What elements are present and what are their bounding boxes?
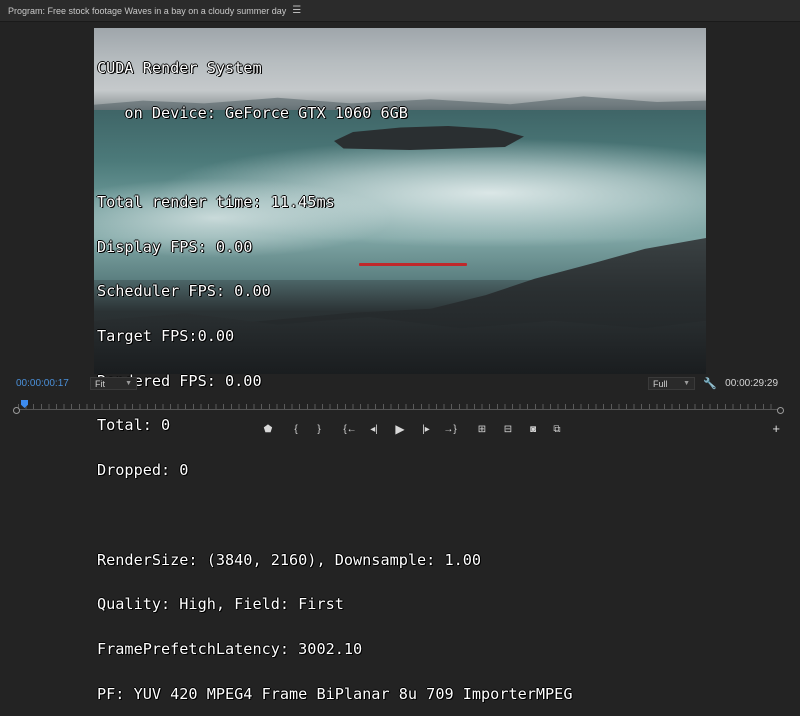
overlay-line: Display FPS: 0.00 [97,237,253,256]
play-icon[interactable]: ▶ [393,421,407,437]
chevron-down-icon: ▼ [683,380,690,387]
zoom-scroll-handle-right[interactable] [777,407,784,414]
comparison-view-icon[interactable]: ⧉ [549,421,565,437]
mark-out-icon[interactable]: } [313,421,325,437]
biplanar-red-underline [359,263,467,266]
overlay-line: FramePrefetchLatency: 3002.10 [97,639,363,658]
overlay-line: on Device: GeForce GTX 1060 6GB [97,103,408,122]
button-editor-plus-icon[interactable]: + [772,421,780,436]
transport-controls: ⬟ { } {← ◂| ▶ |▸ →} ⊞ ⊟ ◙ ⧉ + [0,421,800,439]
overlay-line: RenderSize: (3840, 2160), Downsample: 1.… [97,550,482,569]
resolution-value: Full [653,378,668,389]
zoom-scroll-handle-left[interactable] [13,407,20,414]
current-timecode[interactable]: 00:00:00:17 [16,378,69,389]
overlay-gap [97,150,572,165]
mark-in-icon[interactable]: { [290,421,302,437]
playback-resolution-dropdown[interactable]: Full ▼ [648,377,695,390]
hamburger-menu-icon[interactable]: ☰ [292,5,301,16]
duration-timecode: 00:00:29:29 [725,378,778,389]
panel-title-bar: Program: Free stock footage Waves in a b… [0,0,800,22]
overlay-line: Scheduler FPS: 0.00 [97,282,271,301]
insert-icon[interactable]: ⊞ [474,421,490,437]
export-frame-icon[interactable]: ◙ [525,421,541,437]
step-back-icon[interactable]: ◂| [366,421,382,437]
chevron-down-icon: ▼ [125,380,132,387]
overlay-line: Dropped: 0 [97,461,189,480]
monitor-controls-row: 00:00:00:17 Fit ▼ Full ▼ 🔧 00:00:29:29 [0,375,800,393]
overlay-gap [97,508,572,523]
time-ruler-baseline [18,409,778,410]
add-marker-icon[interactable]: ⬟ [262,421,274,437]
zoom-level-dropdown[interactable]: Fit ▼ [90,377,137,390]
go-to-out-icon[interactable]: →} [440,421,460,437]
render-stats-overlay: CUDA Render System on Device: GeForce GT… [97,31,572,716]
go-to-in-icon[interactable]: {← [340,421,360,437]
overwrite-icon[interactable]: ⊟ [500,421,516,437]
time-ruler[interactable] [13,400,786,414]
overlay-line: Total render time: 11.45ms [97,192,335,211]
overlay-line: Quality: High, Field: First [97,595,344,614]
overlay-line: Target FPS:0.00 [97,327,235,346]
overlay-line: PF: YUV 420 MPEG4 Frame BiPlanar 8u 709 … [97,684,573,703]
zoom-level-value: Fit [95,378,105,389]
wrench-settings-icon[interactable]: 🔧 [703,377,717,390]
step-forward-icon[interactable]: |▸ [418,421,434,437]
panel-title: Program: Free stock footage Waves in a b… [8,5,287,16]
overlay-line: CUDA Render System [97,58,262,77]
